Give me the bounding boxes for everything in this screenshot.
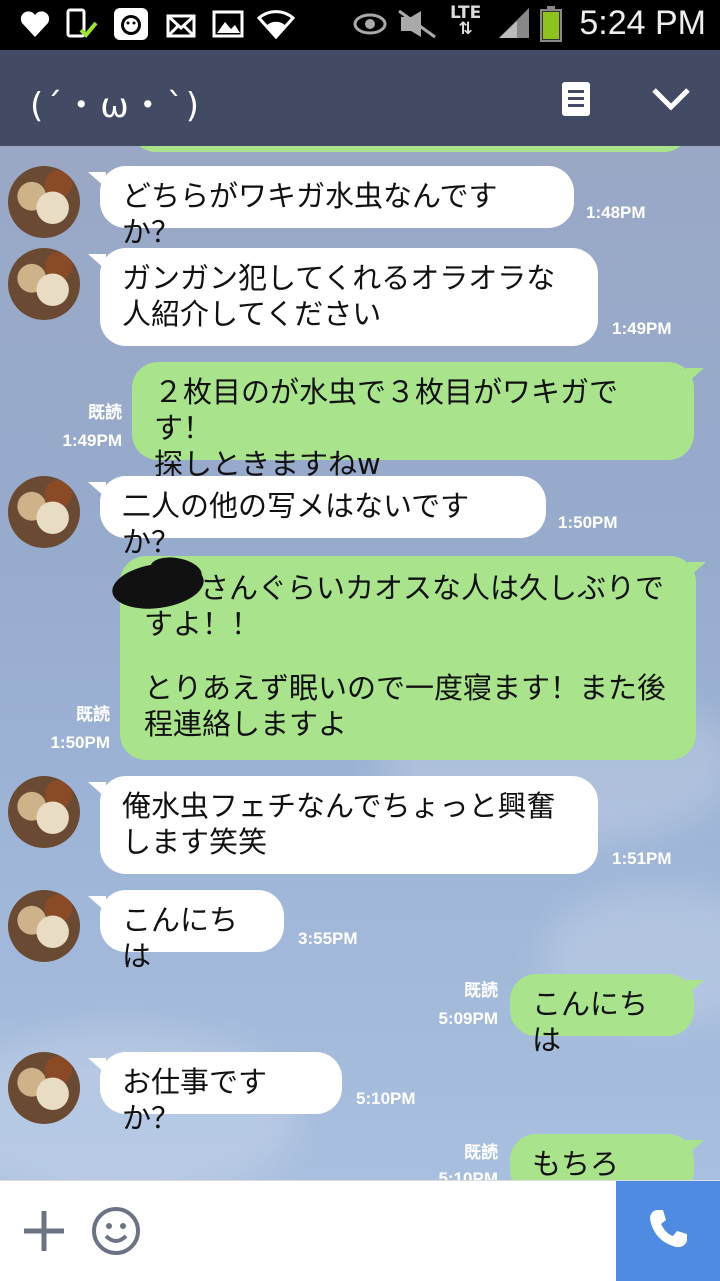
read-receipt: 既読 — [464, 1143, 498, 1162]
message-text-line: ガンガン犯してくれるオラオラな — [122, 261, 556, 295]
message-bubble-outgoing[interactable]: こんにちは — [510, 974, 694, 1057]
message-text: もちろん！ — [532, 1147, 620, 1180]
avatar[interactable] — [8, 776, 80, 848]
phone-check-icon — [64, 8, 100, 40]
network-type: LTE ⇅ — [450, 3, 482, 39]
message-bubble-outgoing[interactable]: さんぐらいカオスな人は久しぶりで すよ！！ とりあえず眠いので一度寝ます！また後… — [120, 556, 696, 760]
eye-icon — [352, 8, 388, 40]
wifi-icon — [256, 8, 296, 40]
avatar[interactable] — [8, 890, 80, 962]
message-time: 5:10PM — [438, 1169, 498, 1180]
message-time: 3:55PM — [298, 929, 358, 948]
message-text-line — [144, 642, 674, 670]
chevron-down-icon[interactable] — [648, 76, 694, 122]
avatar[interactable] — [8, 248, 80, 320]
message-text-line: すよ！！ — [144, 607, 261, 641]
plus-icon[interactable] — [20, 1207, 68, 1255]
mute-icon — [396, 8, 438, 40]
message-bubble-incoming[interactable]: こんにちは — [100, 890, 284, 973]
avatar[interactable] — [8, 476, 80, 548]
message-time: 1:48PM — [586, 203, 646, 222]
previous-message-edge — [130, 146, 690, 152]
phone-icon — [646, 1207, 690, 1255]
message-text-line: します笑笑 — [122, 825, 268, 859]
message-text-line: 程連絡しますよ — [144, 707, 348, 741]
avatar[interactable] — [8, 166, 80, 238]
battery-icon — [538, 6, 564, 42]
message-bubble-outgoing[interactable]: ２枚目のが水虫で３枚目がワキガです！ 探しときますねw — [132, 362, 694, 481]
message-text: 二人の他の写メはないですか？ — [122, 489, 470, 559]
chat-area[interactable]: どちらがワキガ水虫なんですか？ 1:48PM ガンガン犯してくれるオラオラな 人… — [0, 146, 720, 1180]
message-bubble-incoming[interactable]: 二人の他の写メはないですか？ — [100, 476, 546, 559]
message-time: 5:10PM — [356, 1089, 416, 1108]
message-bubble-incoming[interactable]: ガンガン犯してくれるオラオラな 人紹介してください — [100, 248, 598, 346]
message-time: 1:49PM — [612, 319, 672, 338]
message-bubble-incoming[interactable]: お仕事ですか？ — [100, 1052, 342, 1135]
status-bar: LTE ⇅ 5:24 PM — [0, 0, 720, 50]
message-text-line: さんぐらいカオスな人は久しぶりで — [200, 571, 665, 605]
message-text-line: 人紹介してください — [122, 297, 382, 331]
signal-icon — [496, 8, 532, 40]
message-text: お仕事ですか？ — [122, 1065, 268, 1135]
image-icon — [210, 8, 246, 40]
note-icon[interactable] — [553, 76, 599, 122]
message-text-line: 俺水虫フェチなんでちょっと興奮 — [122, 789, 556, 823]
message-bubble-outgoing[interactable]: もちろん！ — [510, 1134, 694, 1180]
message-time: 1:50PM — [558, 513, 618, 532]
ghost-app-icon — [112, 8, 150, 40]
mail-icon — [164, 8, 198, 40]
message-text-line: とりあえず眠いので一度寝ます！また後 — [144, 671, 667, 705]
message-time: 1:49PM — [62, 431, 122, 450]
chat-header: (´・ω・`) — [0, 50, 720, 146]
message-bubble-incoming[interactable]: どちらがワキガ水虫なんですか？ — [100, 166, 574, 249]
chat-title: (´・ω・`) — [30, 86, 202, 126]
message-time: 5:09PM — [438, 1009, 498, 1028]
message-text: どちらがワキガ水虫なんですか？ — [122, 179, 498, 249]
smiley-icon[interactable] — [90, 1205, 142, 1257]
message-time: 1:50PM — [50, 733, 110, 752]
read-receipt: 既読 — [464, 981, 498, 1000]
message-text-line: ２枚目のが水虫で３枚目がワキガです！ — [154, 375, 619, 445]
read-receipt: 既読 — [88, 403, 122, 422]
call-button[interactable] — [616, 1181, 720, 1281]
read-receipt: 既読 — [76, 705, 110, 724]
status-time: 5:24 PM — [579, 4, 706, 42]
heart-icon — [18, 8, 52, 40]
avatar[interactable] — [8, 1052, 80, 1124]
message-text: こんにちは — [532, 987, 649, 1057]
message-bubble-incoming[interactable]: 俺水虫フェチなんでちょっと興奮 します笑笑 — [100, 776, 598, 874]
message-text: こんにちは — [122, 903, 239, 973]
message-time: 1:51PM — [612, 849, 672, 868]
input-bar — [0, 1180, 720, 1281]
